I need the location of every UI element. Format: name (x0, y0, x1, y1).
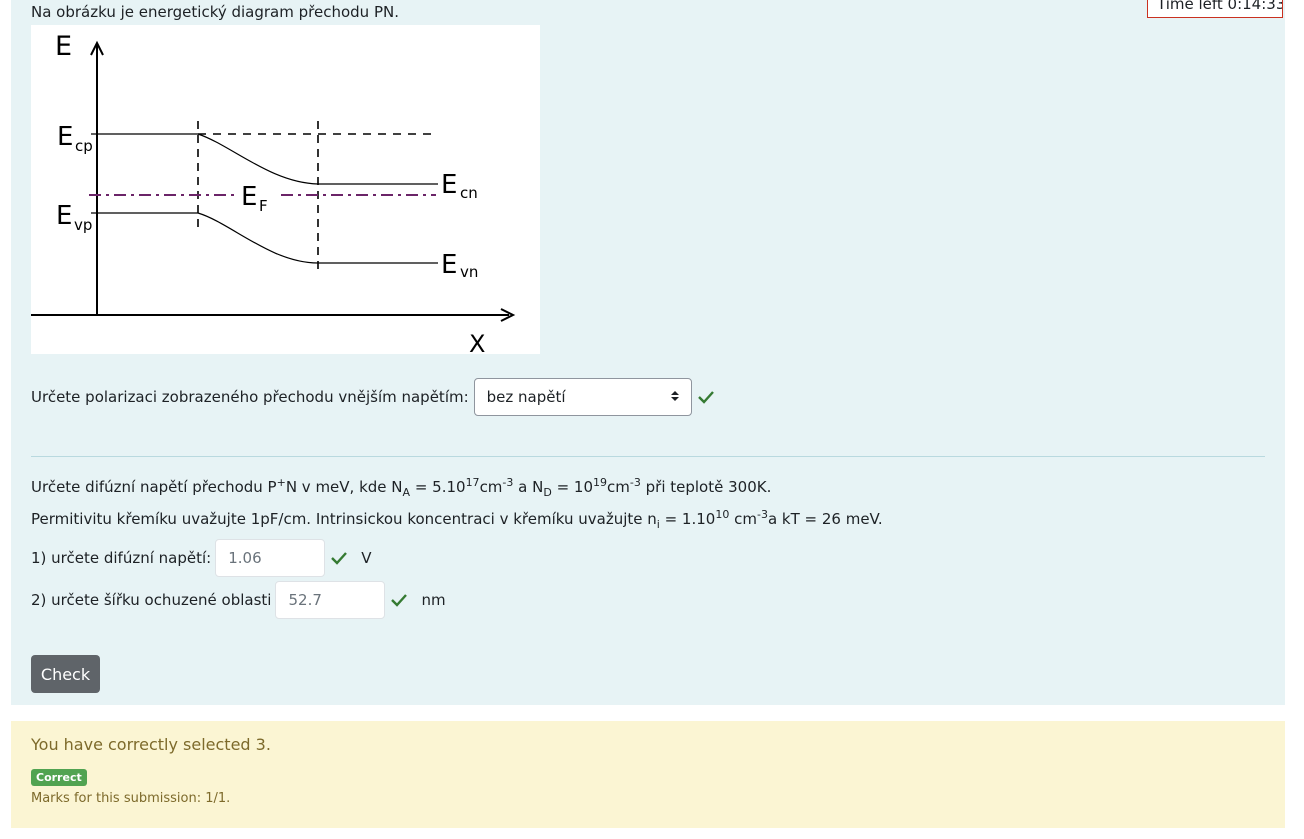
correct-badge: Correct (31, 769, 87, 786)
feedback-panel: You have correctly selected 3. Correct M… (11, 721, 1285, 828)
select-arrows-icon (670, 388, 679, 406)
ef-label: E (241, 182, 257, 212)
answer-2-label: 2) určete šířku ochuzené oblasti (31, 591, 272, 609)
feedback-text: You have correctly selected 3. (31, 735, 271, 754)
x-axis-label: X (469, 330, 485, 354)
diffusion-voltage-input[interactable]: 1.06 (215, 539, 326, 577)
diagram-svg: E X E cp E vp E F E cn E vn (31, 31, 516, 358)
evp-sub: vp (74, 216, 92, 234)
question-line-1: Určete difúzní napětí přechodu P+N v meV… (31, 476, 772, 499)
answer-1-label: 1) určete difúzní napětí: (31, 549, 212, 567)
polarization-selected-value: bez napětí (486, 388, 566, 406)
question-line-2: Permitivitu křemíku uvažujte 1pF/cm. Int… (31, 508, 883, 531)
answer-1-unit: V (361, 549, 372, 567)
time-left-badge: Time left 0:14:33 (1147, 0, 1283, 18)
answer-row-1: 1) určete difúzní napětí: 1.06 V (31, 539, 371, 577)
evn-sub: vn (460, 263, 478, 281)
check-mark-icon (391, 593, 408, 607)
ecp-label: E (57, 122, 73, 152)
check-button[interactable]: Check (31, 655, 100, 693)
evn-label: E (441, 250, 457, 280)
energy-axis-label: E (55, 31, 72, 62)
answer-row-2: 2) určete šířku ochuzené oblasti 52.7 nm (31, 581, 446, 619)
polarization-row: Určete polarizaci zobrazeného přechodu v… (31, 378, 714, 416)
marks-text: Marks for this submission: 1/1. (31, 791, 231, 806)
ecn-sub: cn (460, 184, 478, 202)
evp-label: E (56, 201, 72, 231)
check-mark-icon (331, 551, 348, 565)
check-mark-icon (697, 390, 714, 404)
divider (31, 456, 1265, 457)
polarization-prompt: Určete polarizaci zobrazeného přechodu v… (31, 388, 469, 406)
answer-2-unit: nm (421, 591, 446, 609)
pn-energy-diagram: E X E cp E vp E F E cn E vn (31, 25, 540, 358)
ecn-label: E (441, 170, 457, 200)
ef-sub: F (259, 197, 268, 215)
polarization-select[interactable]: bez napětí (473, 378, 692, 416)
ecp-sub: cp (75, 137, 93, 155)
depletion-width-input[interactable]: 52.7 (275, 581, 386, 619)
question-intro: Na obrázku je energetický diagram přecho… (31, 3, 399, 21)
